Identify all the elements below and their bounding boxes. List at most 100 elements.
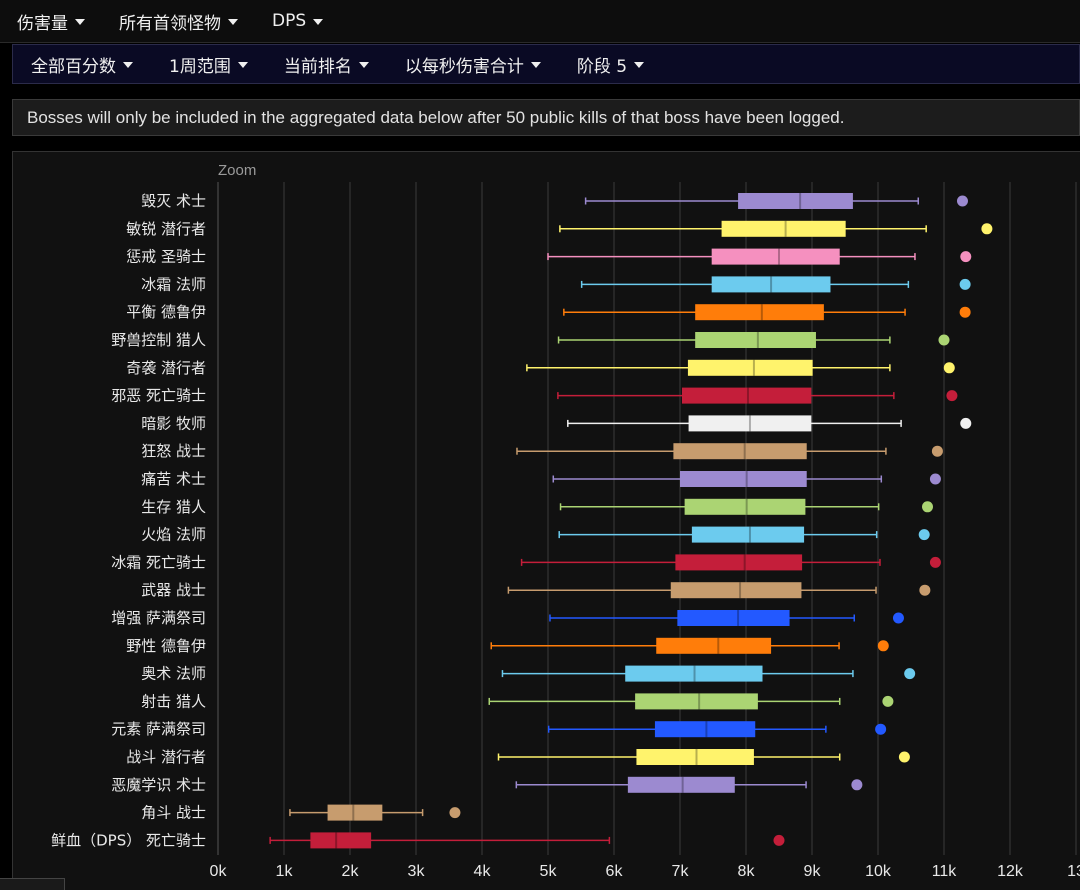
box-iqr[interactable] <box>327 804 383 821</box>
chevron-down-icon <box>358 62 369 68</box>
outlier-point[interactable] <box>959 278 971 290</box>
box-iqr[interactable] <box>711 248 840 265</box>
x-tick-label: 10k <box>865 863 892 880</box>
box-iqr[interactable] <box>677 610 790 626</box>
box-iqr[interactable] <box>675 554 803 571</box>
filter-percentile[interactable]: 全部百分数 <box>13 45 151 83</box>
outlier-point[interactable] <box>773 834 785 846</box>
x-tick-label: 3k <box>408 863 426 880</box>
filter-range[interactable]: 1周范围 <box>151 45 266 83</box>
box-iqr[interactable] <box>681 387 812 404</box>
box-iqr[interactable] <box>670 582 802 599</box>
category-label: 射击 猎人 <box>141 692 206 710</box>
menu-metric-label: 伤害量 <box>17 13 68 34</box>
outlier-point[interactable] <box>904 668 916 680</box>
category-label: 狂怒 战士 <box>141 442 206 460</box>
box-iqr[interactable] <box>691 526 805 543</box>
outlier-point[interactable] <box>875 723 887 735</box>
filter-range-label: 1周范围 <box>169 56 231 77</box>
x-tick-label: 1k <box>276 863 294 880</box>
filter-aggregate-label: 以每秒伤害合计 <box>404 56 524 77</box>
category-label: 痛苦 术士 <box>141 470 206 488</box>
category-label: 生存 猎人 <box>141 498 206 516</box>
filter-phase-label: 阶段 5 <box>576 56 628 77</box>
outlier-point[interactable] <box>943 362 955 374</box>
category-label: 恶魔学识 术士 <box>111 776 206 794</box>
category-label: 敏锐 潜行者 <box>126 220 206 238</box>
filter-phase[interactable]: 阶段 5 <box>559 45 662 83</box>
outlier-point[interactable] <box>918 529 930 541</box>
menu-dps[interactable]: DPS <box>255 0 340 42</box>
outlier-point[interactable] <box>919 584 931 596</box>
filter-aggregate[interactable]: 以每秒伤害合计 <box>387 45 559 83</box>
category-label: 冰霜 死亡骑士 <box>111 553 206 571</box>
box-iqr[interactable] <box>695 304 824 321</box>
box-iqr[interactable] <box>738 193 853 209</box>
box-iqr[interactable] <box>680 471 807 487</box>
outlier-point[interactable] <box>981 223 993 235</box>
box-iqr[interactable] <box>627 776 735 793</box>
menu-bosses-label: 所有首领怪物 <box>119 13 221 34</box>
chevron-down-icon <box>237 62 248 68</box>
outlier-point[interactable] <box>851 779 863 791</box>
outlier-point[interactable] <box>931 445 943 457</box>
x-tick-label: 5k <box>540 863 558 880</box>
outlier-point[interactable] <box>960 417 972 429</box>
category-label: 毁灭 术士 <box>141 192 206 210</box>
outlier-point[interactable] <box>956 195 968 207</box>
outlier-point[interactable] <box>938 334 950 346</box>
box-iqr[interactable] <box>721 220 846 237</box>
box-iqr[interactable] <box>684 498 806 515</box>
chevron-down-icon <box>75 19 85 25</box>
box-iqr[interactable] <box>695 332 816 348</box>
box-iqr[interactable] <box>635 693 758 710</box>
chevron-down-icon <box>313 19 324 25</box>
chart-area: Zoom 0k 1k 2k 3k 4k 5k 6k 7k 8k 9k 10k 11k 12k 13 毁灭 术… <box>12 151 1080 890</box>
filter-ranking[interactable]: 当前排名 <box>266 45 387 83</box>
x-tick-label: 8k <box>738 863 756 880</box>
x-tick-label: 12k <box>997 863 1024 880</box>
outlier-point[interactable] <box>882 695 894 707</box>
outlier-point[interactable] <box>449 807 461 819</box>
top-menu-bar: 伤害量 所有首领怪物 DPS <box>0 0 1080 43</box>
box-iqr[interactable] <box>656 637 772 654</box>
box-iqr[interactable] <box>310 832 372 849</box>
box-iqr[interactable] <box>636 749 754 765</box>
chevron-down-icon <box>530 62 541 68</box>
notice-banner: Bosses will only be included in the aggr… <box>12 99 1080 136</box>
chevron-down-icon <box>228 19 238 25</box>
category-label: 野性 德鲁伊 <box>126 637 206 655</box>
category-label: 增强 萨满祭司 <box>111 609 206 627</box>
boxplot-chart: Zoom 0k 1k 2k 3k 4k 5k 6k 7k 8k 9k 10k 11k 12k 13 毁灭 术… <box>51 162 1080 880</box>
category-label: 惩戒 圣骑士 <box>126 248 206 266</box>
category-label: 邪恶 死亡骑士 <box>111 387 206 405</box>
box-iqr[interactable] <box>673 443 807 460</box>
category-label: 战斗 潜行者 <box>126 748 206 766</box>
menu-bosses[interactable]: 所有首领怪物 <box>102 0 255 42</box>
outlier-point[interactable] <box>892 612 904 624</box>
category-label: 冰霜 法师 <box>141 275 206 293</box>
box-iqr[interactable] <box>654 721 756 738</box>
outlier-point[interactable] <box>960 251 972 263</box>
filter-ranking-label: 当前排名 <box>283 56 352 77</box>
category-label: 角斗 战士 <box>141 804 206 822</box>
chevron-down-icon <box>634 62 645 68</box>
menu-metric[interactable]: 伤害量 <box>0 0 102 42</box>
category-label: 暗影 牧师 <box>141 414 206 432</box>
x-tick-label: 4k <box>474 863 492 880</box>
outlier-point[interactable] <box>922 501 933 513</box>
outlier-point[interactable] <box>929 556 941 568</box>
outlier-point[interactable] <box>959 306 971 318</box>
scroll-corner <box>0 878 65 890</box>
box-iqr[interactable] <box>687 359 813 376</box>
menu-dps-label: DPS <box>272 11 307 31</box>
category-label: 奇袭 潜行者 <box>126 359 206 377</box>
outlier-point[interactable] <box>929 473 941 485</box>
outlier-point[interactable] <box>898 751 910 763</box>
x-tick-label: 0k <box>210 863 228 880</box>
zoom-label[interactable]: Zoom <box>218 162 256 179</box>
outlier-point[interactable] <box>877 640 889 652</box>
filter-percentile-label: 全部百分数 <box>31 56 116 77</box>
outlier-point[interactable] <box>946 390 958 402</box>
x-tick-label: 9k <box>804 863 822 880</box>
